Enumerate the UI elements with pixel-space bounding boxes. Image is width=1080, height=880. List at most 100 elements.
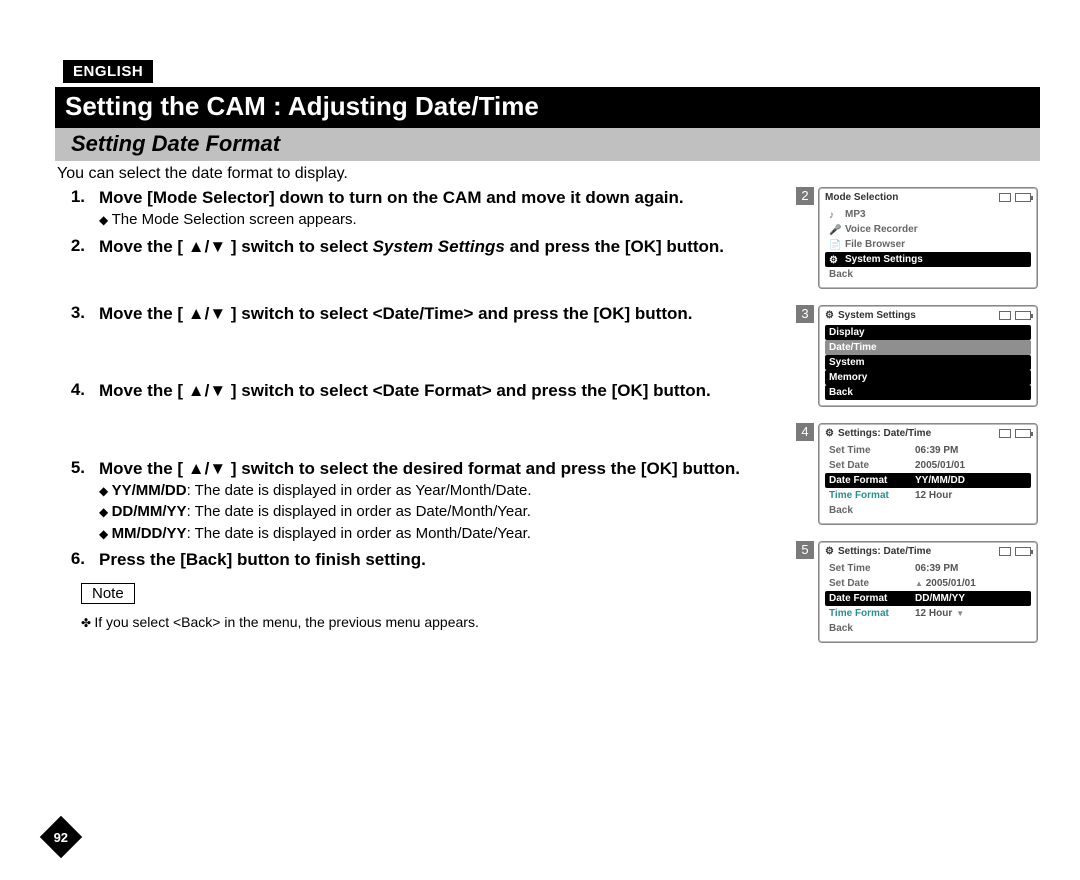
step-instruction: Press the [Back] button to finish settin… xyxy=(99,549,808,570)
step-instruction: Move [Mode Selector] down to turn on the… xyxy=(99,187,808,208)
menu-item-icon: 📄 xyxy=(829,240,839,250)
steps-list: 1. Move [Mode Selector] down to turn on t… xyxy=(55,187,808,571)
lcd-menu-item: Display xyxy=(825,325,1031,340)
menu-item-label: Date/Time xyxy=(829,342,909,353)
language-tag: ENGLISH xyxy=(63,60,153,83)
menu-item-icon: ♪ xyxy=(829,210,839,220)
step-instruction: Move the [ ▲/▼ ] switch to select System… xyxy=(99,236,808,257)
menu-item-icon: 🎤 xyxy=(829,225,839,235)
lcd-title: System Settings xyxy=(838,310,916,321)
step-sub: MM/DD/YY: The date is displayed in order… xyxy=(99,524,808,544)
page-subtitle: Setting Date Format xyxy=(55,128,1040,161)
step-number: 2. xyxy=(63,236,85,257)
menu-item-label: Back xyxy=(829,623,909,634)
menu-item-value: 12 Hour xyxy=(915,490,1027,501)
lcd-title: Settings: Date/Time xyxy=(838,428,931,439)
step-sub: The Mode Selection screen appears. xyxy=(99,210,808,230)
step-instruction: Move the [ ▲/▼ ] switch to select <Date … xyxy=(99,380,808,401)
menu-item-value: 12 Hour xyxy=(915,608,1027,619)
battery-icon xyxy=(1015,311,1031,320)
menu-item-label: MP3 xyxy=(845,209,925,220)
note-label: Note xyxy=(81,583,135,604)
lcd-menu-item: Date Format DD/MM/YY xyxy=(825,591,1031,606)
memory-card-icon xyxy=(999,193,1011,202)
menu-item-label: System xyxy=(829,357,909,368)
triangle-up-icon xyxy=(915,578,923,589)
settings-icon: ⚙ xyxy=(825,428,834,439)
menu-item-label: File Browser xyxy=(845,239,925,250)
lcd-menu-item: Set Date 2005/01/01 xyxy=(825,576,1031,591)
memory-card-icon xyxy=(999,547,1011,556)
lcd-menu-item: System xyxy=(825,355,1031,370)
step-number: 1. xyxy=(63,187,85,230)
step: 5.Move the [ ▲/▼ ] switch to select the … xyxy=(63,458,808,544)
menu-item-value: 06:39 PM xyxy=(915,445,1027,456)
menu-item-label: Back xyxy=(829,269,909,280)
menu-item-label: Time Format xyxy=(829,490,909,501)
menu-item-label: Voice Recorder xyxy=(845,224,925,235)
menu-item-value: 2005/01/01 xyxy=(915,578,1027,589)
lcd-menu-item: 📄 File Browser xyxy=(825,237,1031,252)
step-number: 4. xyxy=(63,380,85,401)
step: 4. Move the [ ▲/▼ ] switch to select <Dat… xyxy=(63,380,808,401)
step: 1. Move [Mode Selector] down to turn on t… xyxy=(63,187,808,230)
step: 6. Press the [Back] button to finish sett… xyxy=(63,549,808,570)
lcd-menu-item: ♪ MP3 xyxy=(825,207,1031,222)
lcd-menu-item: Time Format 12 Hour xyxy=(825,606,1031,621)
step-number: 6. xyxy=(63,549,85,570)
lcd-step-number: 5 xyxy=(796,541,814,559)
step-sub: DD/MM/YY: The date is displayed in order… xyxy=(99,502,808,522)
battery-icon xyxy=(1015,193,1031,202)
menu-item-value: DD/MM/YY xyxy=(915,593,1027,604)
lcd-screen: 5⚙Settings: Date/TimeSet Time 06:39 PMSe… xyxy=(818,541,1040,643)
lcd-menu-item: Set Time 06:39 PM xyxy=(825,443,1031,458)
lcd-menu-item: Back xyxy=(825,267,1031,282)
step-instruction: Move the [ ▲/▼ ] switch to select the de… xyxy=(99,458,808,479)
intro-text: You can select the date format to displa… xyxy=(55,161,1040,187)
settings-icon: ⚙ xyxy=(825,546,834,557)
step-instruction: Move the [ ▲/▼ ] switch to select <Date/… xyxy=(99,303,808,324)
lcd-menu-item: Date/Time xyxy=(825,340,1031,355)
lcd-menu-item: Set Time 06:39 PM xyxy=(825,561,1031,576)
lcd-menu-item: 🎤 Voice Recorder xyxy=(825,222,1031,237)
menu-item-label: Back xyxy=(829,387,909,398)
menu-item-value: 06:39 PM xyxy=(915,563,1027,574)
page-title: Setting the CAM : Adjusting Date/Time xyxy=(55,87,1040,128)
lcd-menu-item: Back xyxy=(825,503,1031,518)
lcd-screen: 4⚙Settings: Date/TimeSet Time 06:39 PMSe… xyxy=(818,423,1040,525)
lcd-step-number: 4 xyxy=(796,423,814,441)
lcd-screen: 2Mode Selection♪MP3🎤Voice Recorder📄File … xyxy=(818,187,1040,289)
memory-card-icon xyxy=(999,311,1011,320)
menu-item-icon: ⚙ xyxy=(829,255,839,265)
menu-item-value: 2005/01/01 xyxy=(915,460,1027,471)
settings-icon: ⚙ xyxy=(825,310,834,321)
menu-item-label: Display xyxy=(829,327,909,338)
step: 3. Move the [ ▲/▼ ] switch to select <Dat… xyxy=(63,303,808,324)
lcd-menu-item: Memory xyxy=(825,370,1031,385)
lcd-title: Settings: Date/Time xyxy=(838,546,931,557)
lcd-step-number: 2 xyxy=(796,187,814,205)
lcd-menu-item: Date Format YY/MM/DD xyxy=(825,473,1031,488)
battery-icon xyxy=(1015,429,1031,438)
menu-item-label: Back xyxy=(829,505,909,516)
menu-item-label: Memory xyxy=(829,372,909,383)
menu-item-label: Time Format xyxy=(829,608,909,619)
triangle-down-icon xyxy=(952,608,964,619)
menu-item-label: Date Format xyxy=(829,593,909,604)
lcd-menu-item: Time Format 12 Hour xyxy=(825,488,1031,503)
lcd-menu-item: Back xyxy=(825,621,1031,636)
note-text: If you select <Back> in the menu, the pr… xyxy=(55,614,808,630)
step: 2. Move the [ ▲/▼ ] switch to select Syst… xyxy=(63,236,808,257)
step-number: 3. xyxy=(63,303,85,324)
lcd-title: Mode Selection xyxy=(825,192,898,203)
menu-item-label: System Settings xyxy=(845,254,925,265)
lcd-menu-item: ⚙ System Settings xyxy=(825,252,1031,267)
lcd-screenshots: 2Mode Selection♪MP3🎤Voice Recorder📄File … xyxy=(818,187,1040,659)
menu-item-label: Set Date xyxy=(829,460,909,471)
lcd-menu-item: Back xyxy=(825,385,1031,400)
menu-item-label: Set Time xyxy=(829,563,909,574)
menu-item-label: Set Time xyxy=(829,445,909,456)
step-sub: YY/MM/DD: The date is displayed in order… xyxy=(99,481,808,501)
lcd-screen: 3⚙System SettingsDisplayDate/TimeSystemM… xyxy=(818,305,1040,407)
lcd-menu-item: Set Date 2005/01/01 xyxy=(825,458,1031,473)
